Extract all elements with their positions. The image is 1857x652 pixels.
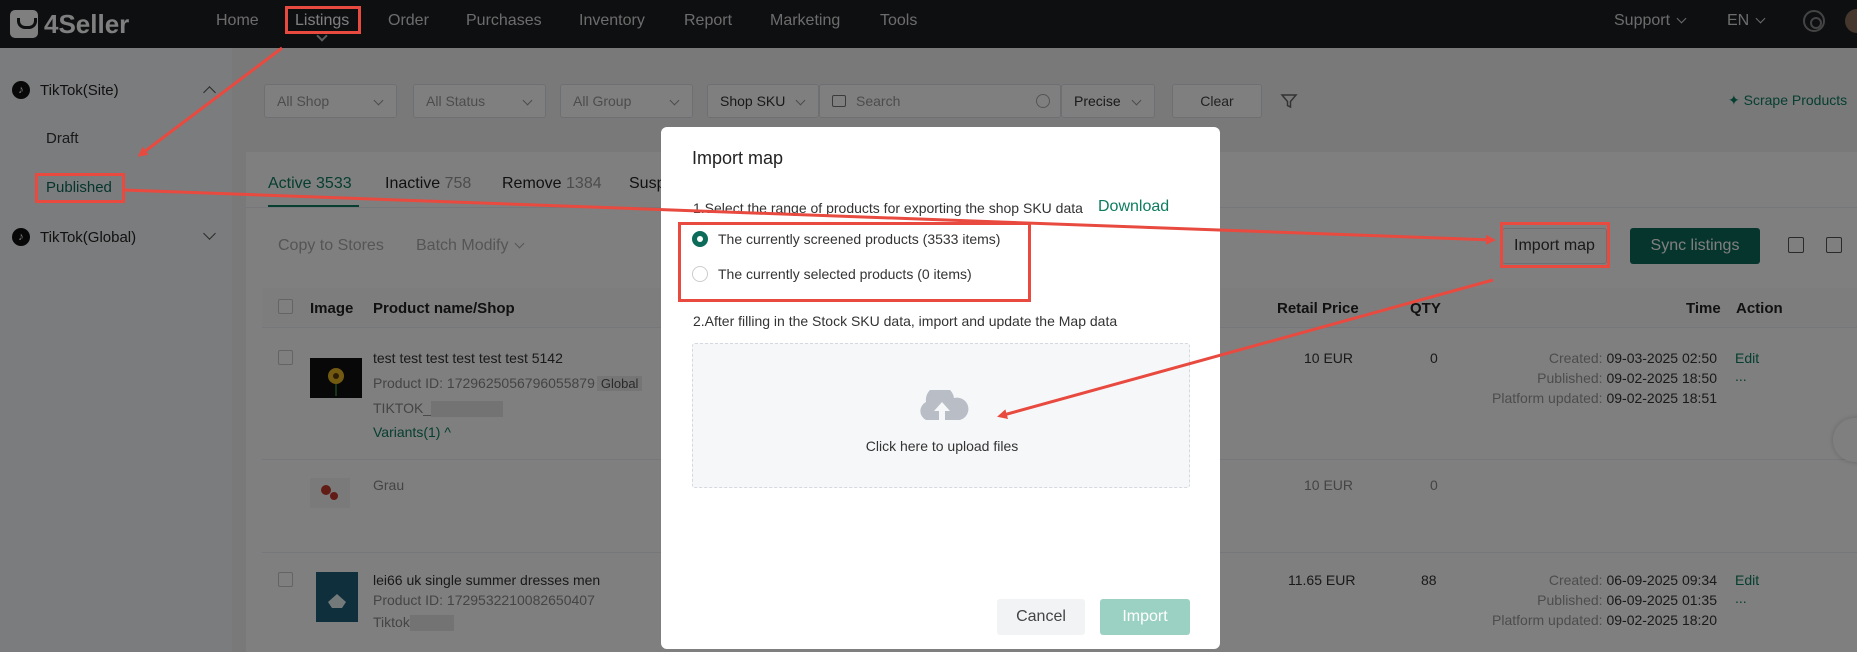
annotation-box-listings <box>285 6 361 34</box>
step2-instruction: 2.After filling in the Stock SKU data, i… <box>693 313 1118 329</box>
annotation-box-range-options <box>678 222 1031 302</box>
step1-instruction: 1.Select the range of products for expor… <box>693 200 1083 216</box>
dialog-title: Import map <box>692 148 784 168</box>
upload-label: Click here to upload files <box>865 438 1019 454</box>
cloud-upload-icon <box>920 390 969 420</box>
import-button[interactable]: Import <box>1100 599 1190 635</box>
upload-dropzone[interactable]: Click here to upload files <box>692 343 1190 488</box>
annotation-box-import-map <box>1500 222 1610 268</box>
download-link[interactable]: Download <box>1098 198 1169 216</box>
cancel-button[interactable]: Cancel <box>997 599 1085 635</box>
annotation-box-published <box>35 173 125 203</box>
